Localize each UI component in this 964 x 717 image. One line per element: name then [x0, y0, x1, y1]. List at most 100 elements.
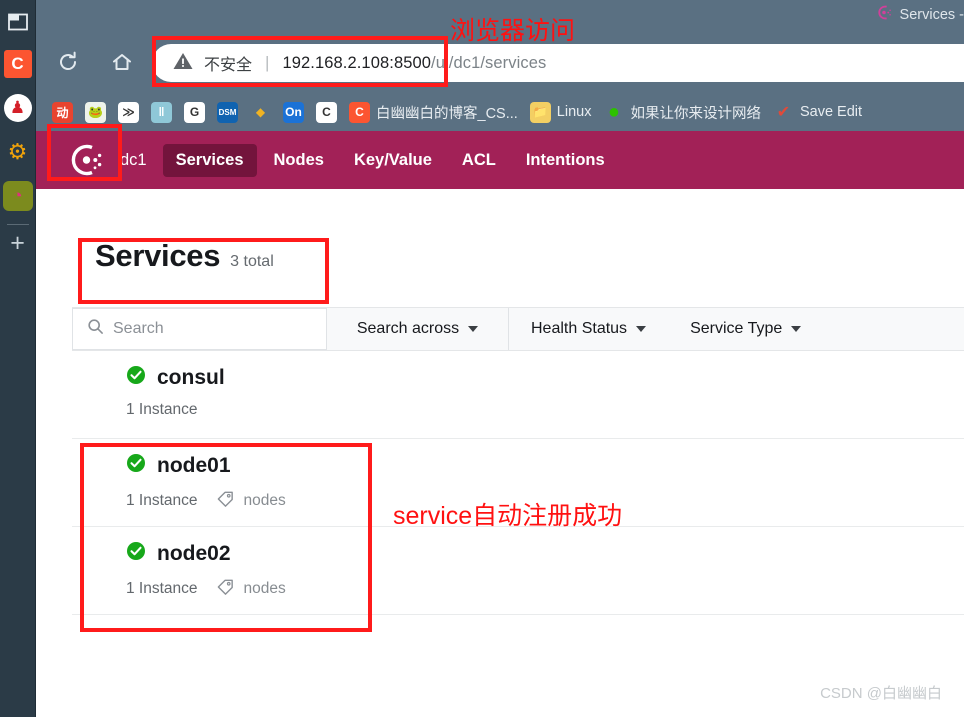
consul-app-icon: ◔	[2, 181, 33, 211]
screenshot-root: Services - 不安全 | 192.168.2.108:8500/ui/d…	[0, 0, 964, 717]
teambition-icon: ≫	[118, 101, 139, 123]
home-button-icon[interactable]	[106, 46, 138, 78]
bookmark-item[interactable]: ≫	[112, 99, 145, 125]
service-name[interactable]: node01	[157, 454, 231, 478]
health-passing-icon	[126, 453, 146, 478]
sidebar-item-gear-spiral[interactable]: ⚙	[1, 132, 35, 172]
bookmark-item[interactable]: 🐸	[79, 99, 112, 125]
search-placeholder-text: Search	[113, 320, 164, 337]
tab-nodes[interactable]: Nodes	[261, 144, 337, 177]
health-passing-icon	[126, 365, 146, 390]
sidebar-item-apache-feather[interactable]: ♟	[1, 88, 35, 128]
bookmark-label: Linux	[556, 104, 592, 120]
consul-logo-icon[interactable]	[54, 140, 120, 180]
gear-spiral-icon: ⚙	[7, 139, 28, 164]
reload-button-icon[interactable]	[52, 46, 84, 78]
service-type-dropdown[interactable]: Service Type	[668, 308, 823, 350]
address-bar-url[interactable]: 192.168.2.108:8500/ui/dc1/services	[282, 54, 546, 73]
service-name-row: consul	[126, 365, 964, 390]
yellow-cube-icon: ◆	[250, 101, 271, 123]
bookmark-item[interactable]: ● 如果让你来设计网络	[597, 99, 767, 125]
service-meta-row: 1 Instance nodes	[126, 577, 964, 601]
health-status-dropdown[interactable]: Health Status	[509, 308, 668, 350]
consul-nav-bar: dc1 Services Nodes Key/Value ACL Intentions	[36, 131, 964, 189]
consul-tab-list: Services Nodes Key/Value ACL Intentions	[162, 143, 622, 177]
service-total-count: 3 total	[230, 253, 274, 270]
search-across-dropdown[interactable]: Search across	[327, 308, 509, 350]
sidebar-item-consul-app[interactable]: ◔	[1, 176, 35, 216]
chevron-down-icon	[791, 326, 802, 332]
service-meta-row: 1 Instance	[126, 401, 964, 419]
active-browser-tab[interactable]: Services -	[876, 4, 964, 25]
service-tag-label: nodes	[243, 580, 286, 597]
bookmark-label: Save Edit	[799, 104, 863, 120]
chevron-down-icon	[468, 326, 479, 332]
csdn-icon: C	[3, 50, 32, 78]
wechat-icon: ●	[607, 100, 621, 123]
omnibox-separator: |	[265, 53, 270, 72]
tag-icon	[216, 577, 235, 601]
security-status-label: 不安全	[204, 57, 253, 74]
search-icon	[87, 318, 104, 340]
annotation-browser-access: 浏览器访问	[450, 17, 576, 45]
not-secure-warning-icon[interactable]	[172, 51, 194, 76]
bookmark-label: 如果让你来设计网络	[630, 105, 761, 122]
url-host: 192.168.2.108:8500	[282, 53, 432, 72]
bookmark-item[interactable]: ‖	[145, 99, 178, 125]
consul-favicon-icon	[876, 4, 893, 25]
bookmark-item[interactable]: ◆	[244, 99, 277, 125]
service-name[interactable]: node02	[157, 542, 231, 566]
annotation-service-registered: service自动注册成功	[393, 502, 623, 530]
app-sidebar: C ♟ ⚙ ◔ +	[0, 0, 36, 717]
service-tag-label: nodes	[243, 492, 286, 509]
search-input[interactable]: Search	[72, 308, 327, 350]
service-instance-count: 1 Instance	[126, 580, 198, 597]
browser-tab-title: Services -	[899, 6, 964, 23]
g-circle-icon: G	[184, 101, 205, 123]
bookmark-item[interactable]: G	[178, 99, 211, 125]
c-gradient-icon: C	[316, 101, 337, 123]
csdn-watermark: CSDN @白幽幽白	[820, 685, 942, 702]
bookmark-item[interactable]: ✔ Save Edit	[767, 99, 868, 125]
dsm-synology-icon: DSM	[217, 101, 238, 123]
address-bar[interactable]: 不安全 | 192.168.2.108:8500/ui/dc1/services	[152, 44, 964, 82]
service-tag: nodes	[216, 489, 286, 513]
tag-icon	[216, 489, 235, 513]
tab-acl[interactable]: ACL	[449, 144, 509, 177]
service-instance-count: 1 Instance	[126, 401, 198, 418]
waveform-icon: ‖	[151, 101, 172, 123]
service-name-row: node02	[126, 541, 964, 566]
bookmark-item[interactable]: C	[310, 99, 343, 125]
filter-toolbar: Search Search across Health Status Servi…	[72, 307, 964, 351]
sidebar-add-button[interactable]: +	[10, 231, 25, 256]
service-row[interactable]: node02 1 Instance nodes	[72, 527, 964, 615]
tab-services[interactable]: Services	[162, 143, 257, 177]
page-title: Services	[95, 238, 221, 273]
sidebar-divider	[6, 224, 29, 225]
bookmark-item[interactable]: C 白幽幽白的博客_CS...	[343, 99, 524, 125]
datacenter-label[interactable]: dc1	[120, 151, 147, 170]
service-tag: nodes	[216, 577, 286, 601]
service-row[interactable]: consul 1 Instance	[72, 351, 964, 439]
service-name[interactable]: consul	[157, 366, 225, 390]
service-type-label: Service Type	[690, 320, 783, 337]
apache-feather-icon: ♟	[3, 94, 32, 122]
service-instance-count: 1 Instance	[126, 492, 198, 509]
sidebar-item-csdn[interactable]: C	[1, 44, 35, 84]
health-passing-icon	[126, 541, 146, 566]
bookmark-item[interactable]: On	[277, 99, 310, 125]
health-status-label: Health Status	[531, 320, 628, 337]
bookmarks-bar: 动 🐸 ≫ ‖ G DSM ◆ On C C 白幽幽白的博客_CS... 📁 Linux ● 如果让你来设计…	[0, 93, 964, 131]
bookmark-item[interactable]: DSM	[211, 99, 244, 125]
service-name-row: node01	[126, 453, 964, 478]
tab-intentions[interactable]: Intentions	[513, 144, 618, 177]
sidebar-item-list: C ♟ ⚙ ◔	[1, 40, 35, 216]
tab-key-value[interactable]: Key/Value	[341, 144, 445, 177]
on-app-icon: On	[283, 101, 304, 123]
jd-app-icon: 动	[52, 101, 73, 123]
bookmark-item[interactable]: 动	[46, 99, 79, 125]
bookmark-label: 白幽幽白的博客_CS...	[376, 105, 518, 122]
url-path: /ui/dc1/services	[431, 53, 547, 72]
sidebar-window-icon[interactable]	[1, 4, 35, 40]
bookmark-item[interactable]: 📁 Linux	[524, 99, 598, 125]
